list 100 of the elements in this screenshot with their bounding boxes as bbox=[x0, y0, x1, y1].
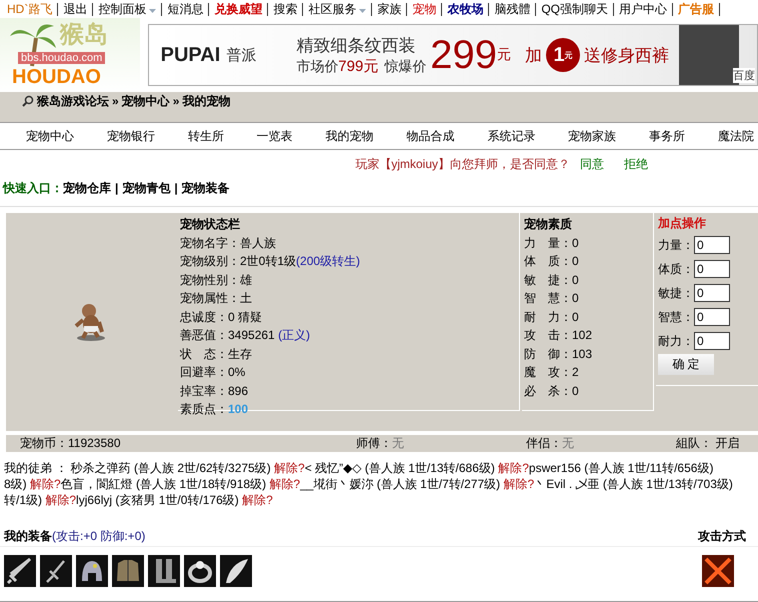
status-label: 宠物名字： bbox=[180, 236, 240, 250]
nav-link[interactable]: HD`路飞 bbox=[2, 2, 58, 16]
nav-tab[interactable]: 魔法院 bbox=[714, 128, 758, 144]
nav-link[interactable]: 退出 bbox=[58, 2, 94, 16]
status-label: 宠物级别： bbox=[180, 254, 240, 268]
nav-tab[interactable]: 宠物中心 bbox=[22, 128, 78, 144]
caret-icon bbox=[359, 8, 366, 12]
helmet-icon[interactable] bbox=[76, 555, 108, 587]
sword-icon[interactable] bbox=[4, 555, 36, 587]
nav-tab[interactable]: 系统记录 bbox=[483, 128, 540, 144]
nav-link[interactable]: 脑残體 bbox=[489, 2, 536, 16]
nav-link[interactable]: 家族 bbox=[372, 2, 408, 16]
disciple-line: 8级) 解除?色盲，閬紅燈 (兽人族 1世/18转/918级) 解除?__埖街丶媛沵 (兽人族 1世/7转/277级) 解除?丶Evil . 乄亜 (兽人族 1世/13转/703级) bbox=[4, 476, 734, 492]
quality-value: 0 bbox=[572, 384, 579, 398]
nav-tab[interactable]: 我的宠物 bbox=[322, 128, 378, 144]
market-price: 799元 bbox=[338, 57, 378, 76]
nav-link[interactable]: QQ强制聊天 bbox=[536, 2, 614, 16]
status-label: 回避率： bbox=[180, 365, 228, 379]
dismiss-link[interactable]: 解除? bbox=[269, 477, 300, 491]
input-field[interactable]: 0 bbox=[694, 332, 730, 350]
nav-tab[interactable]: 事务所 bbox=[645, 128, 689, 144]
status-value: 土 bbox=[240, 291, 252, 305]
status-label: 忠诚度： bbox=[180, 310, 228, 324]
ad-headline: 精致细条纹西装 bbox=[296, 35, 416, 57]
equipment-bonus: (攻击:+0 防御:+0) bbox=[52, 529, 146, 543]
field-label: 耐力： bbox=[658, 332, 694, 350]
coin-count: 宠物币：11923580 bbox=[20, 435, 122, 452]
input-field[interactable]: 0 bbox=[694, 284, 730, 302]
caret-icon bbox=[149, 8, 156, 12]
ad-text: 加 bbox=[525, 44, 542, 66]
wing-icon[interactable] bbox=[220, 555, 252, 587]
nav-tab[interactable]: 物品合成 bbox=[402, 128, 458, 144]
boots-icon[interactable] bbox=[148, 555, 180, 587]
nav-link[interactable]: 兑换威望 bbox=[209, 2, 268, 16]
crossed-weapons-icon[interactable] bbox=[702, 555, 734, 587]
confirm-button[interactable]: 确 定 bbox=[658, 354, 714, 375]
status-link[interactable]: (正义) bbox=[278, 328, 310, 342]
quality-value: 2 bbox=[572, 365, 579, 379]
status-value: 100 bbox=[228, 402, 248, 416]
nav-link[interactable]: 控制面板 bbox=[93, 2, 162, 16]
breadcrumb-link[interactable]: 我的宠物 bbox=[182, 92, 230, 110]
ad-text: 送修身西裤 bbox=[584, 44, 670, 66]
ring-icon[interactable] bbox=[184, 555, 216, 587]
status-value: 生存 bbox=[228, 346, 252, 360]
nav-tab[interactable]: 一览表 bbox=[252, 128, 297, 144]
quick-link[interactable]: 宠物仓库 bbox=[63, 181, 111, 195]
accept-link[interactable]: 同意 bbox=[580, 157, 604, 171]
logo-wordmark: HOUDAO bbox=[12, 66, 101, 89]
price-unit: 元 bbox=[497, 46, 512, 64]
field-label: 敏捷： bbox=[658, 284, 694, 302]
field-label: 体质： bbox=[658, 260, 694, 278]
dismiss-link[interactable]: 解除? bbox=[274, 461, 305, 475]
status-value: 896 bbox=[228, 384, 248, 398]
input-field[interactable]: 0 bbox=[694, 308, 730, 326]
quality-value: 0 bbox=[572, 291, 579, 305]
status-label: 宠物性别： bbox=[180, 272, 240, 286]
quality-label: 力 量： bbox=[524, 236, 572, 250]
quality-value: 0 bbox=[572, 254, 579, 268]
nav-link[interactable]: 短消息 bbox=[162, 2, 210, 16]
nav-tab[interactable]: 转生所 bbox=[184, 128, 228, 144]
logo-title: 猴岛 bbox=[60, 20, 108, 50]
breadcrumb-separator: » bbox=[172, 94, 180, 108]
quality-label: 耐 力： bbox=[524, 310, 572, 324]
input-field[interactable]: 0 bbox=[694, 236, 730, 254]
dismiss-link[interactable]: 解除? bbox=[504, 477, 534, 491]
nav-tab[interactable]: 宠物银行 bbox=[102, 128, 159, 144]
status-label: 状 态： bbox=[180, 346, 228, 360]
armor-icon[interactable] bbox=[112, 555, 144, 587]
field-label: 力量： bbox=[658, 236, 694, 254]
breadcrumb-link[interactable]: 猴岛游戏论坛 bbox=[37, 92, 109, 110]
dismiss-link[interactable]: 解除? bbox=[45, 493, 76, 507]
quick-link[interactable]: 宠物青包 bbox=[122, 181, 170, 195]
breadcrumb-link[interactable]: 宠物中心 bbox=[122, 92, 170, 110]
dismiss-link[interactable]: 解除? bbox=[242, 493, 273, 507]
status-link[interactable]: (200级转生) bbox=[296, 254, 360, 268]
link-separator: | bbox=[174, 181, 178, 195]
panel-title: 加点操作 bbox=[658, 215, 707, 232]
apprentice-request: 玩家【yjmkoiuy】向您拜师，是否同意？ bbox=[355, 157, 570, 171]
brand-name: PUPAI bbox=[160, 44, 220, 66]
quick-links-label: 快速入口： bbox=[3, 181, 63, 195]
team-status: 組队： 开启 bbox=[676, 435, 740, 452]
nav-link[interactable]: 用户中心 bbox=[614, 2, 673, 16]
nav-link[interactable]: 宠物 bbox=[407, 2, 442, 16]
dismiss-link[interactable]: 解除? bbox=[30, 477, 61, 491]
quality-value: 102 bbox=[572, 328, 592, 342]
reject-link[interactable]: 拒绝 bbox=[624, 157, 648, 171]
nav-tab[interactable]: 宠物家族 bbox=[564, 128, 620, 144]
quality-label: 体 质： bbox=[524, 254, 572, 268]
nav-link[interactable]: 社区服务 bbox=[303, 2, 372, 16]
nav-link[interactable]: 搜索 bbox=[268, 2, 304, 16]
dismiss-link[interactable]: 解除? bbox=[498, 461, 529, 475]
input-field[interactable]: 0 bbox=[694, 260, 730, 278]
partner-value: 无 bbox=[562, 436, 574, 450]
nav-link[interactable]: 农牧场 bbox=[442, 2, 490, 16]
quick-link[interactable]: 宠物装备 bbox=[182, 181, 230, 195]
field-label: 智慧： bbox=[658, 308, 694, 326]
quality-value: 0 bbox=[572, 272, 579, 286]
disciple-line: 转/1级) 解除?lyj66lyj (亥猪男 1世/0转/176级) 解除? bbox=[4, 492, 274, 508]
dagger-icon[interactable] bbox=[40, 555, 72, 587]
breadcrumb-separator: » bbox=[112, 94, 119, 108]
